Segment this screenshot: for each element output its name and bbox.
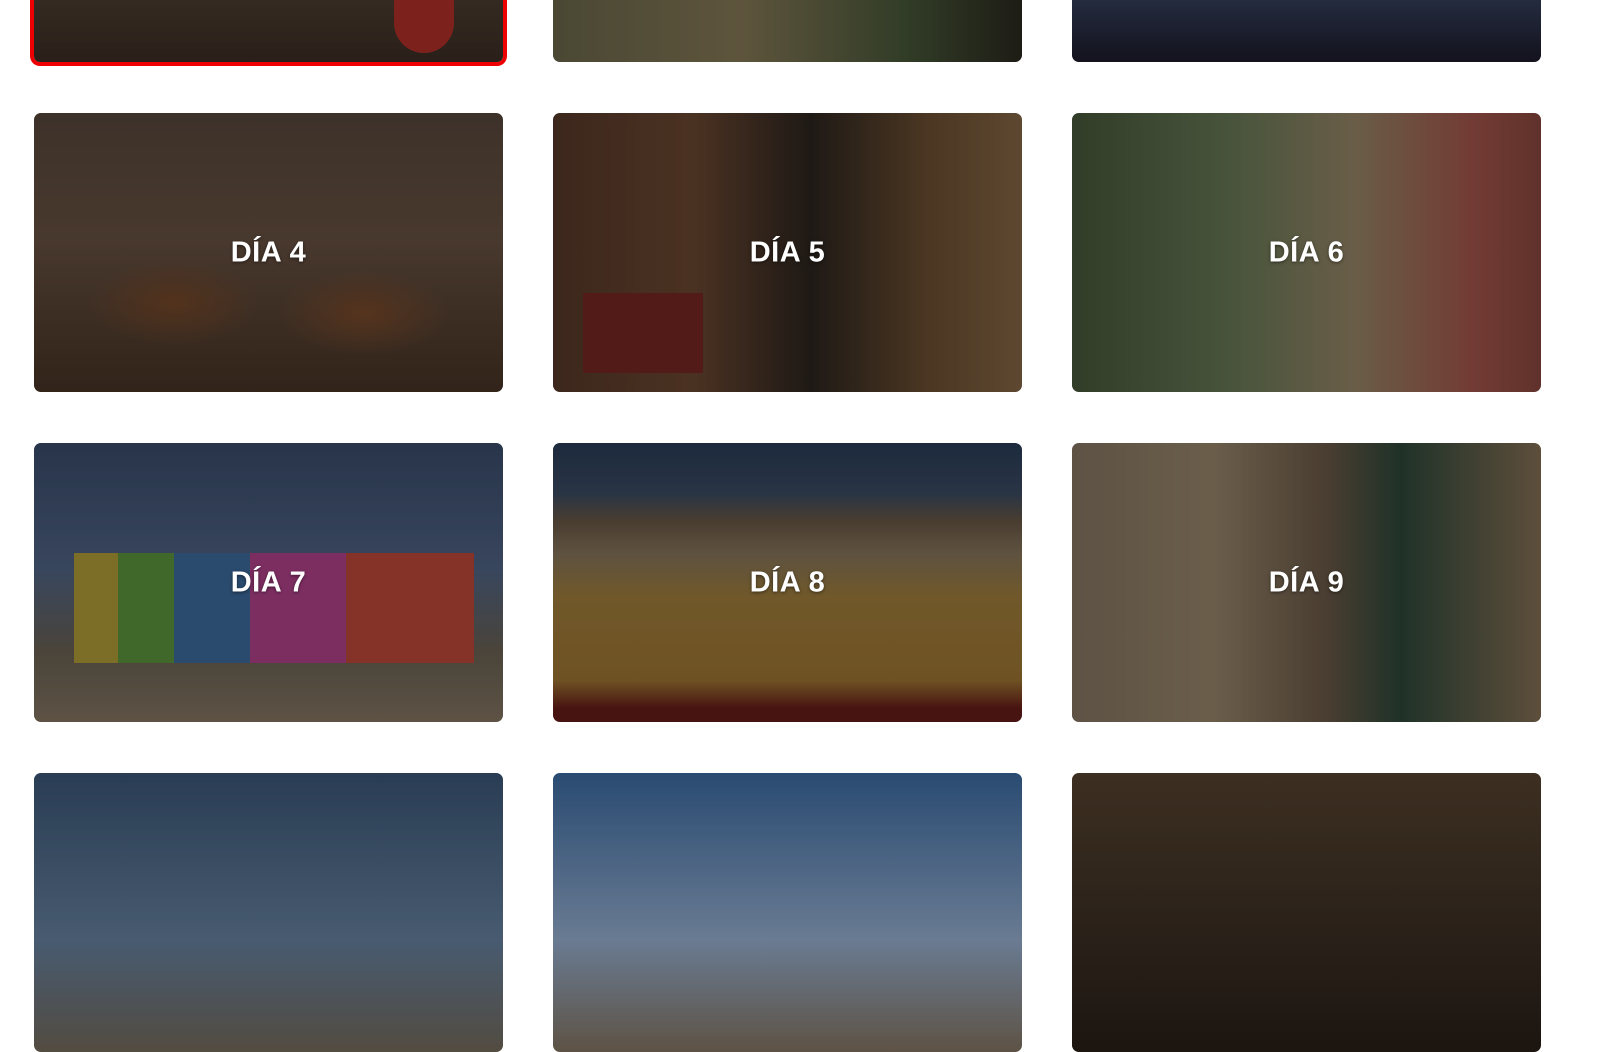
day-cards-grid: DÍA 4 DÍA 5 DÍA 6 DÍA 7 DÍA 8 DÍA 9	[0, 0, 1600, 1052]
day-4-label: DÍA 4	[230, 236, 307, 268]
day-card-7[interactable]: DÍA 7	[34, 443, 503, 722]
day-card-9[interactable]: DÍA 9	[1072, 443, 1541, 722]
day-card-3[interactable]	[1072, 0, 1541, 62]
day-9-label: DÍA 9	[1268, 566, 1345, 598]
day-card-8[interactable]: DÍA 8	[553, 443, 1022, 722]
day-card-2[interactable]	[553, 0, 1022, 62]
day-card-6[interactable]: DÍA 6	[1072, 113, 1541, 392]
day-card-1[interactable]	[34, 0, 503, 62]
day-5-label: DÍA 5	[749, 236, 826, 268]
day-card-4[interactable]: DÍA 4	[34, 113, 503, 392]
day-8-label: DÍA 8	[749, 566, 826, 598]
day-card-11[interactable]	[553, 773, 1022, 1052]
day-6-label: DÍA 6	[1268, 236, 1345, 268]
day-7-label: DÍA 7	[230, 566, 307, 598]
day-card-5[interactable]: DÍA 5	[553, 113, 1022, 392]
day-card-12[interactable]	[1072, 773, 1541, 1052]
day-card-10[interactable]	[34, 773, 503, 1052]
